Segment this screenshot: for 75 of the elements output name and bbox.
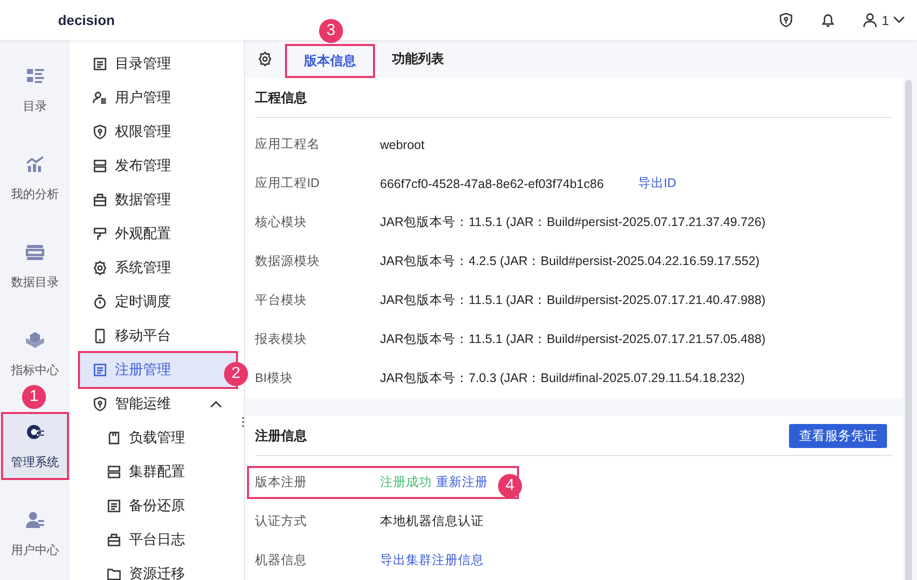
nav-item[interactable]: 用户管理 <box>80 81 236 115</box>
field-label: 应用工程名 <box>255 136 321 153</box>
field-label: 数据源模块 <box>255 253 321 270</box>
field-label: 认证方式 <box>255 513 308 530</box>
field-label: 报表模块 <box>255 331 308 348</box>
nav-item[interactable]: 定时调度 <box>80 285 236 319</box>
grid-icon <box>106 464 122 480</box>
rail-item[interactable]: 管理系统 <box>1 412 69 480</box>
field-label: 应用工程ID <box>255 175 320 192</box>
section-title: 工程信息 <box>255 88 307 106</box>
document-icon <box>92 362 108 378</box>
brush-icon <box>92 226 108 242</box>
document-icon <box>92 56 108 72</box>
field-value: JAR包版本号：7.0.3 (JAR：Build#final-2025.07.29.11.54.18.232) <box>380 370 745 387</box>
card-icon <box>106 430 122 446</box>
field-value: JAR包版本号：11.5.1 (JAR：Build#persist-2025.07.17.21.37.49.726) <box>380 214 766 231</box>
rail-item[interactable]: 我的分析 <box>1 148 69 208</box>
nav-item[interactable]: 移动平台 <box>80 319 236 353</box>
nav-item[interactable]: 系统管理 <box>80 251 236 285</box>
rail-item[interactable]: 数据目录 <box>1 236 69 296</box>
field-value: 本地机器信息认证 <box>380 513 484 530</box>
nav-item[interactable]: 发布管理 <box>80 149 236 183</box>
nav-item[interactable]: 权限管理 <box>80 115 236 149</box>
nav-item[interactable]: 集群配置 <box>80 455 236 489</box>
shield-icon <box>92 396 108 412</box>
document-icon <box>106 498 122 514</box>
section-title: 注册信息 <box>255 426 307 444</box>
nav-item[interactable]: 负载管理 <box>80 421 236 455</box>
user-icon <box>92 90 108 106</box>
link[interactable]: 导出ID <box>638 175 676 192</box>
link[interactable]: 导出集群注册信息 <box>380 552 484 569</box>
nav-item[interactable]: 外观配置 <box>80 217 236 251</box>
field-value: JAR包版本号：11.5.1 (JAR：Build#persist-2025.07.17.21.40.47.988) <box>380 292 766 309</box>
nav-item[interactable]: 备份还原 <box>80 489 236 523</box>
nav-item[interactable]: 智能运维 <box>80 387 236 421</box>
tab[interactable]: 功能列表 <box>375 40 461 78</box>
nav-item[interactable]: 资源迁移 <box>80 557 236 580</box>
field-value: webroot <box>380 138 424 152</box>
rail-item[interactable]: 目录 <box>1 60 69 120</box>
tab[interactable]: 版本信息 <box>285 44 375 78</box>
timer-icon <box>92 294 108 310</box>
field-value: JAR包版本号：4.2.5 (JAR：Build#persist-2025.04.22.16.59.17.552) <box>380 253 760 270</box>
settings-icon[interactable] <box>257 51 273 67</box>
scrollbar[interactable] <box>905 80 912 580</box>
field-value: JAR包版本号：11.5.1 (JAR：Build#persist-2025.07.17.21.57.05.488) <box>380 331 766 348</box>
chart-icon <box>25 154 45 174</box>
gear-icon <box>92 260 108 276</box>
user-icon <box>25 510 45 530</box>
field-label: 平台模块 <box>255 292 308 309</box>
nav-item[interactable]: 平台日志 <box>80 523 236 557</box>
view-certificate-button[interactable]: 查看服务凭证 <box>789 424 887 448</box>
nav-item[interactable]: 目录管理 <box>80 47 236 81</box>
drag-handle-icon[interactable] <box>241 416 245 428</box>
cubes-icon <box>25 330 45 350</box>
rail-item[interactable]: 指标中心 <box>1 324 69 384</box>
box-icon <box>106 532 122 548</box>
grid-icon <box>92 158 108 174</box>
shield-icon[interactable] <box>778 12 794 28</box>
user-name[interactable]: 1 <box>882 12 889 28</box>
box-icon <box>92 192 108 208</box>
field-label: BI模块 <box>255 370 294 387</box>
app-title: decision <box>58 12 116 28</box>
folder-icon <box>106 566 122 580</box>
shield-icon <box>92 124 108 140</box>
rail-item[interactable]: 用户中心 <box>1 504 69 564</box>
chevron-down-icon[interactable] <box>893 16 905 24</box>
field-label: 机器信息 <box>255 552 308 569</box>
status-text: 注册成功 <box>380 474 432 491</box>
bell-icon[interactable] <box>820 12 836 28</box>
nav-item[interactable]: 数据管理 <box>80 183 236 217</box>
field-value: 666f7cf0-4528-47a8-8e62-ef03f74b1c86 <box>380 176 604 190</box>
link[interactable]: 重新注册 <box>436 474 488 491</box>
user-icon[interactable] <box>862 12 878 28</box>
field-label: 核心模块 <box>255 214 308 231</box>
field-label: 版本注册 <box>255 474 308 491</box>
